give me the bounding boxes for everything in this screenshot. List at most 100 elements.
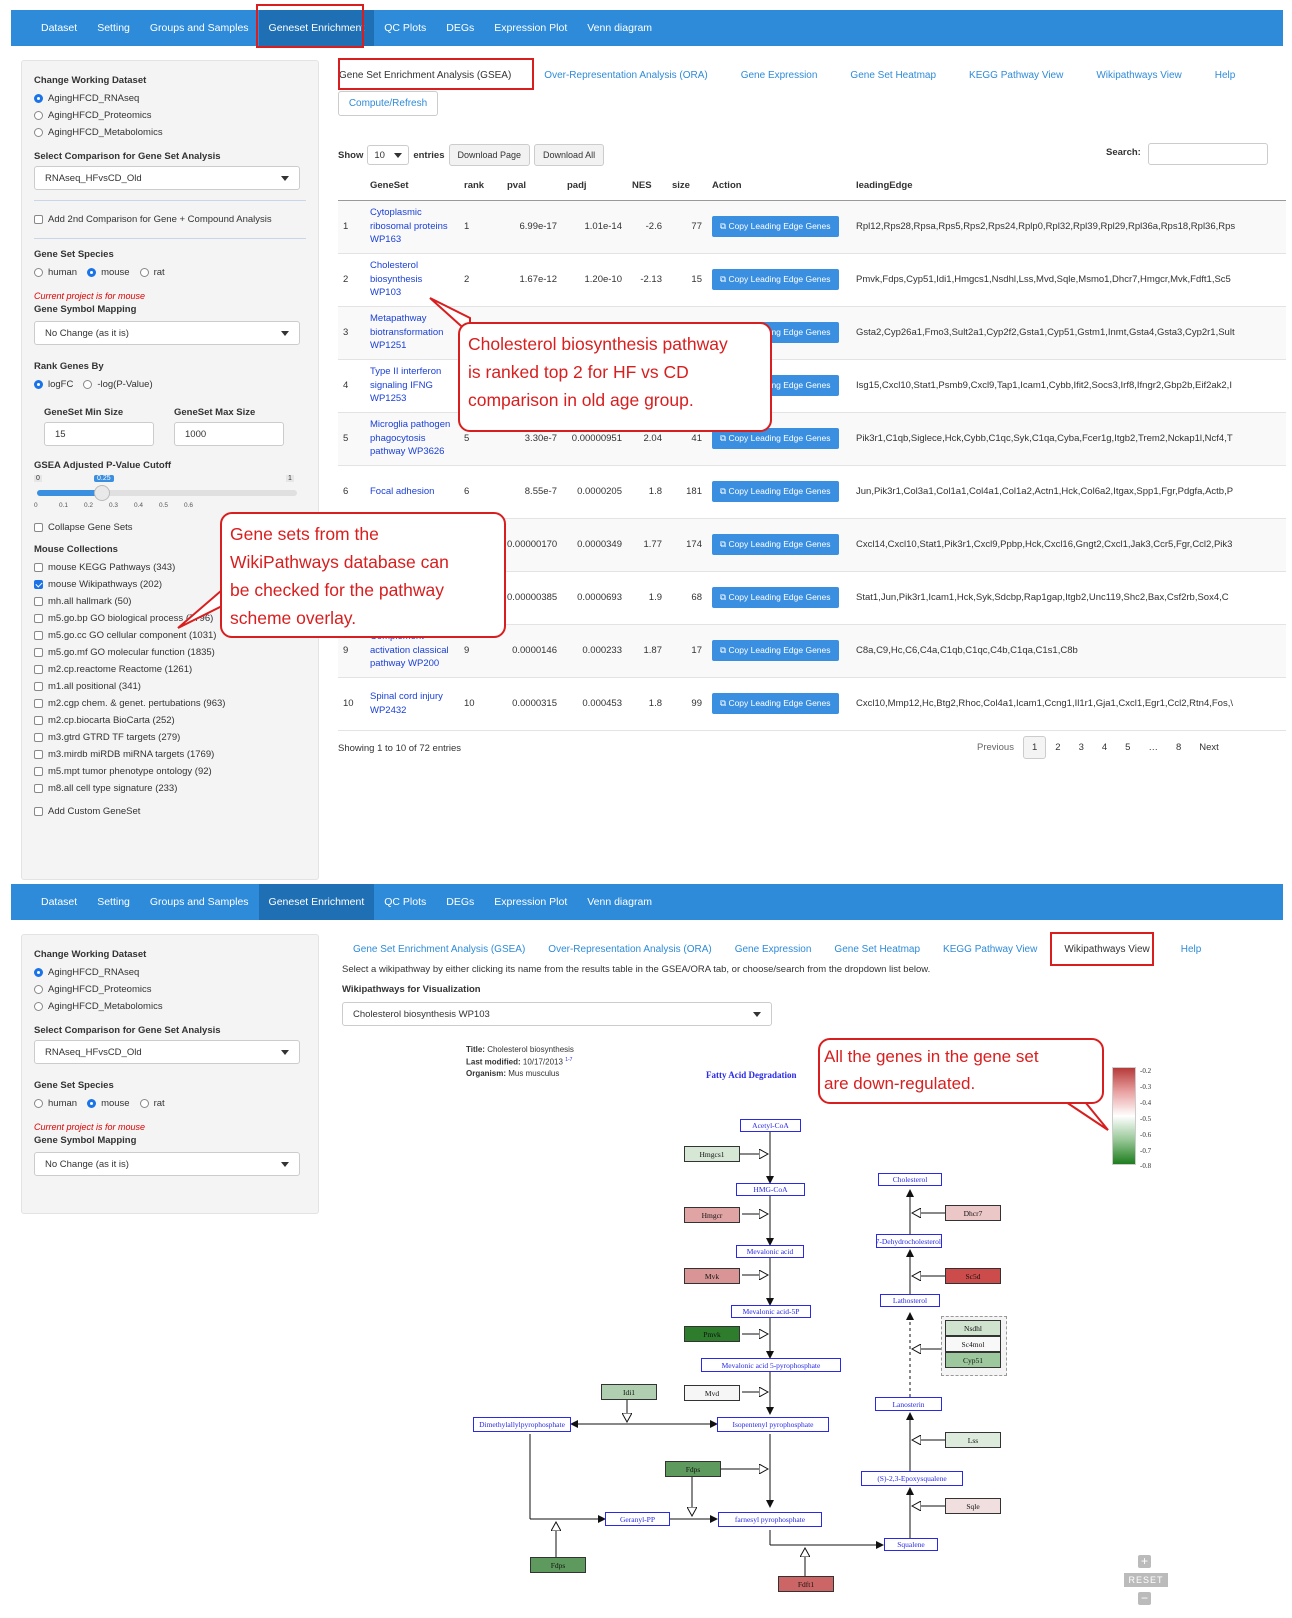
fatty-acid-degradation-label[interactable]: Fatty Acid Degradation bbox=[706, 1070, 797, 1080]
radio-species-human[interactable]: human bbox=[34, 264, 77, 281]
search-input[interactable] bbox=[1148, 143, 1268, 165]
collection-go-mf[interactable]: m5.go.mf GO molecular function (1835) bbox=[34, 644, 306, 661]
geneset-link[interactable]: Focal adhesion bbox=[365, 465, 459, 519]
geneset-link[interactable]: Spinal cord injury WP2432 bbox=[365, 677, 459, 731]
th-size[interactable]: size bbox=[667, 172, 707, 201]
download-all-button[interactable]: Download All bbox=[534, 144, 605, 166]
tab-ora[interactable]: Over-Representation Analysis (ORA) bbox=[522, 70, 718, 81]
gene-lss[interactable]: Lss bbox=[945, 1432, 1001, 1448]
geneset-link[interactable]: Type II interferon signaling IFNG WP1253 bbox=[365, 359, 459, 413]
zoom-out-icon[interactable]: − bbox=[1138, 1592, 1151, 1605]
pager-previous[interactable]: Previous bbox=[968, 742, 1023, 753]
tab-gene-expression[interactable]: Gene Expression bbox=[723, 944, 823, 955]
nav-setting[interactable]: Setting bbox=[87, 10, 140, 46]
radio-dataset-proteomics[interactable]: AgingHFCD_Proteomics bbox=[34, 107, 306, 124]
gene-nsdhl[interactable]: Nsdhl bbox=[945, 1320, 1001, 1336]
tab-kegg-pathway[interactable]: KEGG Pathway View bbox=[931, 944, 1048, 955]
radio-species-human[interactable]: human bbox=[34, 1095, 77, 1112]
cutoff-slider[interactable]: 0 0.25 1 0 0.1 0.2 0.3 0.4 0.5 0.6 bbox=[34, 475, 306, 515]
metabolite-mevalonic-acid-5p[interactable]: Mevalonic acid-5P bbox=[731, 1305, 811, 1318]
radio-species-mouse[interactable]: mouse bbox=[87, 1095, 130, 1112]
copy-leading-edge-button[interactable]: ⧉ Copy Leading Edge Genes bbox=[712, 640, 839, 661]
zoom-in-icon[interactable]: + bbox=[1138, 1555, 1151, 1568]
comparison-select[interactable]: RNAseq_HFvsCD_Old bbox=[34, 1040, 300, 1064]
metabolite-epoxysqualene[interactable]: (S)-2,3-Epoxysqualene bbox=[861, 1471, 963, 1486]
nav-dataset[interactable]: Dataset bbox=[31, 884, 87, 920]
gene-hmgcs1[interactable]: Hmgcs1 bbox=[684, 1146, 740, 1162]
pager-page-4[interactable]: 4 bbox=[1093, 742, 1116, 753]
gene-fdft1[interactable]: Fdft1 bbox=[778, 1576, 834, 1592]
tab-help[interactable]: Help bbox=[1161, 944, 1213, 955]
collection-biocarta[interactable]: m2.cp.biocarta BioCarta (252) bbox=[34, 712, 306, 729]
metabolite-geranyl-pp[interactable]: Geranyl-PP bbox=[605, 1512, 670, 1526]
tab-kegg-pathway[interactable]: KEGG Pathway View bbox=[947, 70, 1074, 81]
metabolite-squalene[interactable]: Squalene bbox=[884, 1538, 938, 1551]
metabolite-dimethylallyl-pp[interactable]: Dimethylallylpyrophosphate bbox=[473, 1417, 571, 1432]
metabolite-lanosterin[interactable]: Lanosterin bbox=[875, 1397, 942, 1411]
collection-cgp[interactable]: m2.cgp chem. & genet. pertubations (963) bbox=[34, 695, 306, 712]
min-size-input[interactable]: 15 bbox=[44, 422, 154, 446]
nav-qc-plots[interactable]: QC Plots bbox=[374, 884, 436, 920]
th-pval[interactable]: pval bbox=[502, 172, 562, 201]
metabolite-dehydrocholesterol[interactable]: 7-Dehydrocholesterol bbox=[876, 1234, 942, 1248]
collection-mirdb[interactable]: m3.mirdb miRDB miRNA targets (1769) bbox=[34, 746, 306, 763]
symbol-mapping-select[interactable]: No Change (as it is) bbox=[34, 321, 300, 345]
nav-venn-diagram[interactable]: Venn diagram bbox=[577, 884, 662, 920]
gene-cyp51[interactable]: Cyp51 bbox=[945, 1352, 1001, 1368]
nav-expression-plot[interactable]: Expression Plot bbox=[484, 884, 577, 920]
pager-page-8[interactable]: 8 bbox=[1167, 742, 1190, 753]
gene-hmgcr[interactable]: Hmgcr bbox=[684, 1207, 740, 1223]
wiki-pathway-select[interactable]: Cholesterol biosynthesis WP103 bbox=[342, 1002, 772, 1026]
radio-species-rat[interactable]: rat bbox=[139, 264, 165, 281]
metabolite-lathosterol[interactable]: Lathosterol bbox=[880, 1294, 940, 1307]
gene-mvk[interactable]: Mvk bbox=[684, 1268, 740, 1284]
radio-species-mouse[interactable]: mouse bbox=[87, 264, 130, 281]
radio-rank-pvalue[interactable]: -log(P-Value) bbox=[83, 376, 153, 393]
collection-positional[interactable]: m1.all positional (341) bbox=[34, 678, 306, 695]
pager-page-3[interactable]: 3 bbox=[1070, 742, 1093, 753]
radio-dataset-metabolomics[interactable]: AgingHFCD_Metabolomics bbox=[34, 124, 306, 141]
th-padj[interactable]: padj bbox=[562, 172, 627, 201]
gene-fdps-2[interactable]: Fdps bbox=[530, 1557, 586, 1573]
tab-gsea[interactable]: Gene Set Enrichment Analysis (GSEA) bbox=[342, 944, 536, 955]
metabolite-isopentenyl-pp[interactable]: Isopentenyl pyrophosphate bbox=[717, 1417, 829, 1432]
pager-next[interactable]: Next bbox=[1190, 742, 1228, 753]
gene-sqle[interactable]: Sqle bbox=[945, 1498, 1001, 1514]
gene-sc5d[interactable]: Sc5d bbox=[945, 1268, 1001, 1284]
gene-sc4mol[interactable]: Sc4mol bbox=[945, 1336, 1001, 1352]
nav-venn-diagram[interactable]: Venn diagram bbox=[577, 10, 662, 46]
th-index[interactable] bbox=[338, 172, 365, 201]
entries-select[interactable]: 10 bbox=[367, 145, 410, 165]
copy-leading-edge-button[interactable]: ⧉ Copy Leading Edge Genes bbox=[712, 216, 839, 237]
compute-refresh-button[interactable]: Compute/Refresh bbox=[338, 91, 438, 116]
symbol-mapping-select[interactable]: No Change (as it is) bbox=[34, 1152, 300, 1176]
gene-idi1[interactable]: Idi1 bbox=[601, 1384, 657, 1400]
th-action[interactable]: Action bbox=[707, 172, 851, 201]
add-custom-geneset-checkbox[interactable]: Add Custom GeneSet bbox=[34, 803, 306, 820]
nav-setting[interactable]: Setting bbox=[87, 884, 140, 920]
nav-expression-plot[interactable]: Expression Plot bbox=[484, 10, 577, 46]
nav-qc-plots[interactable]: QC Plots bbox=[374, 10, 436, 46]
tab-help[interactable]: Help bbox=[1193, 70, 1247, 81]
gene-fdps[interactable]: Fdps bbox=[665, 1461, 721, 1477]
geneset-link[interactable]: Metapathway biotransformation WP1251 bbox=[365, 306, 459, 360]
radio-dataset-rnaseq[interactable]: AgingHFCD_RNAseq bbox=[34, 90, 306, 107]
radio-dataset-metabolomics[interactable]: AgingHFCD_Metabolomics bbox=[34, 998, 306, 1015]
add-2nd-comparison-checkbox[interactable]: Add 2nd Comparison for Gene + Compound A… bbox=[34, 211, 306, 228]
tab-gene-set-heatmap[interactable]: Gene Set Heatmap bbox=[828, 70, 947, 81]
th-nes[interactable]: NES bbox=[627, 172, 667, 201]
th-geneset[interactable]: GeneSet bbox=[365, 172, 459, 201]
metabolite-mevalonic-5pp[interactable]: Mevalonic acid 5-pyrophosphate bbox=[701, 1358, 841, 1372]
tab-ora[interactable]: Over-Representation Analysis (ORA) bbox=[536, 944, 722, 955]
max-size-input[interactable]: 1000 bbox=[174, 422, 284, 446]
reset-button[interactable]: RESET bbox=[1124, 1573, 1168, 1587]
collection-gtrd[interactable]: m3.gtrd GTRD TF targets (279) bbox=[34, 729, 306, 746]
nav-geneset-enrichment[interactable]: Geneset Enrichment bbox=[258, 884, 375, 920]
nav-groups-samples[interactable]: Groups and Samples bbox=[140, 10, 259, 46]
pager-page-5[interactable]: 5 bbox=[1116, 742, 1139, 753]
copy-leading-edge-button[interactable]: ⧉ Copy Leading Edge Genes bbox=[712, 693, 839, 714]
copy-leading-edge-button[interactable]: ⧉ Copy Leading Edge Genes bbox=[712, 534, 839, 555]
comparison-select[interactable]: RNAseq_HFvsCD_Old bbox=[34, 166, 300, 190]
metabolite-hmg-coa[interactable]: HMG-CoA bbox=[736, 1183, 805, 1196]
copy-leading-edge-button[interactable]: ⧉ Copy Leading Edge Genes bbox=[712, 269, 839, 290]
